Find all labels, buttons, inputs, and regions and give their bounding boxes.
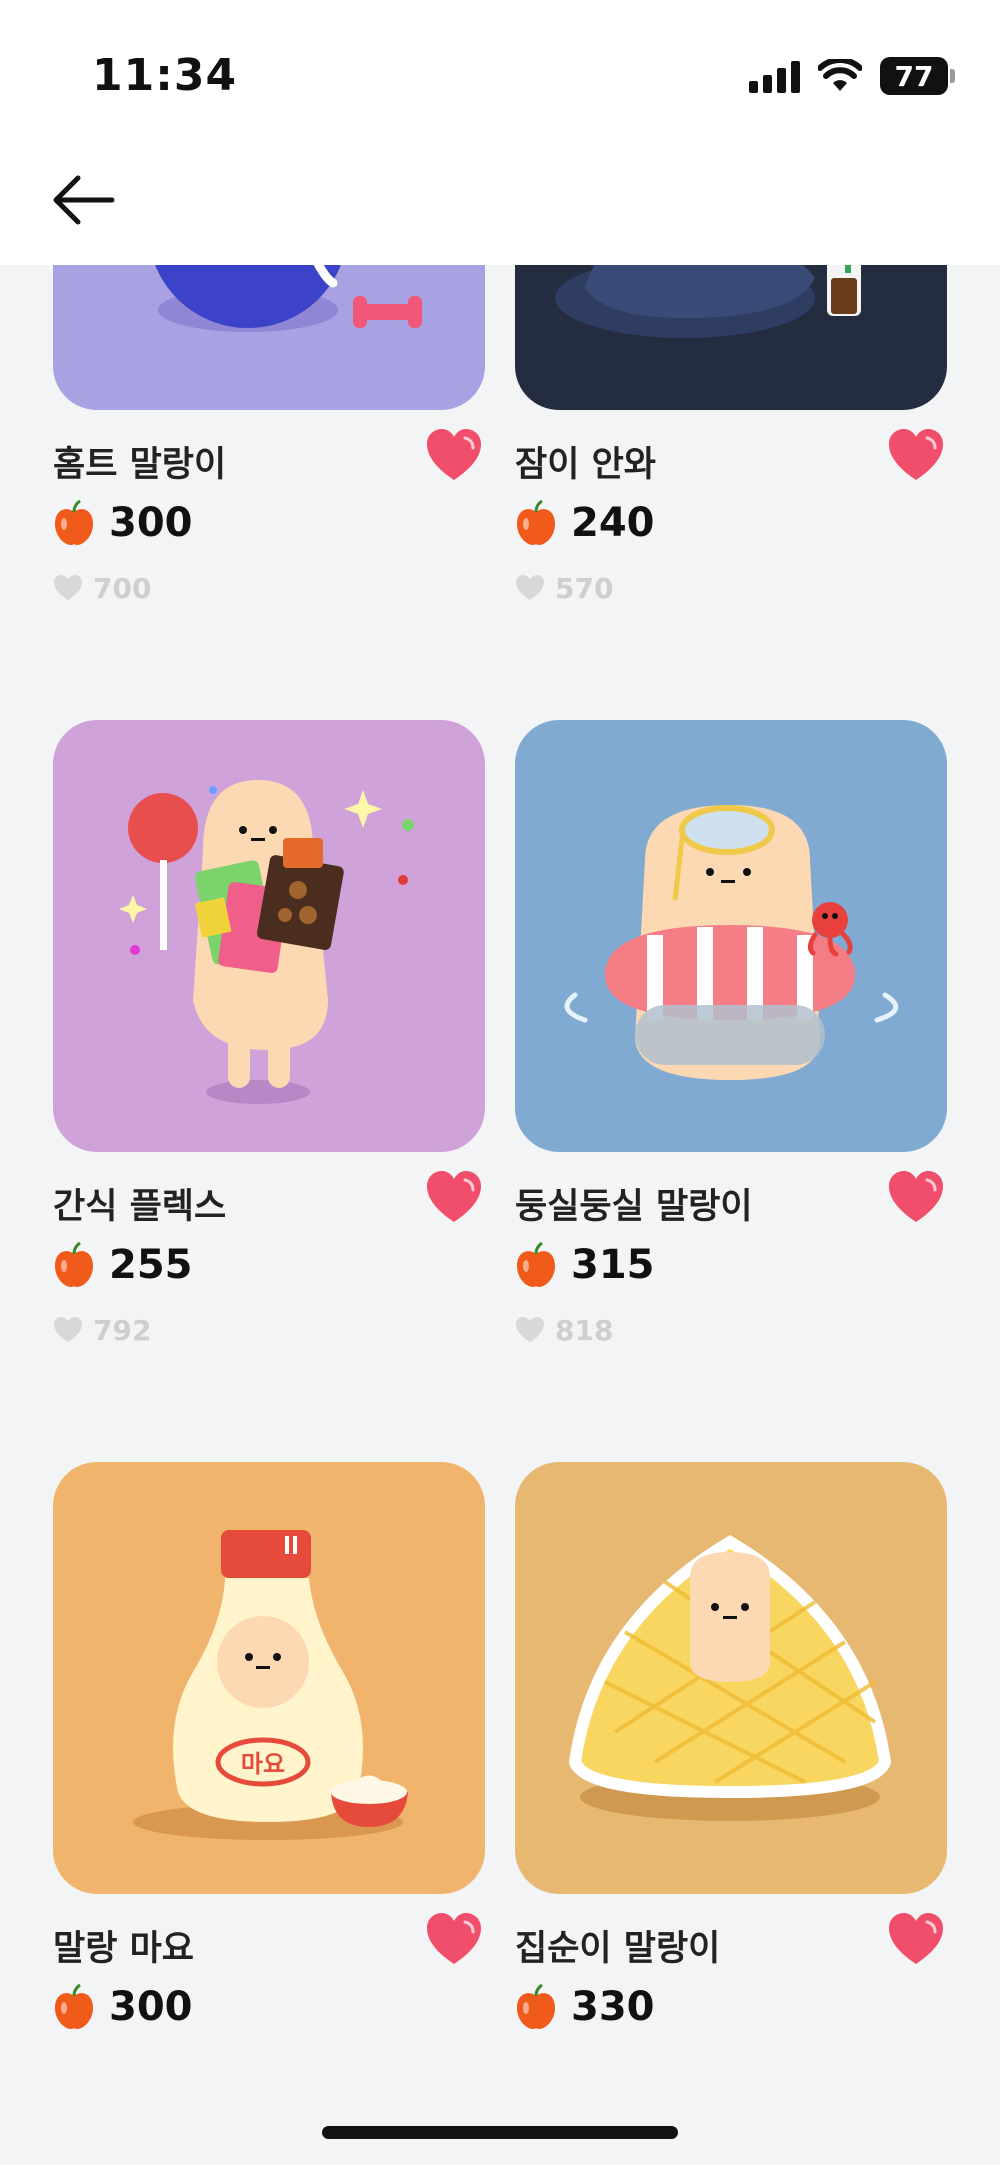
product-card[interactable]: 집순이 말랑이 330 [515, 1462, 947, 2030]
home-indicator[interactable] [322, 2126, 678, 2139]
likes-row: 792 [53, 1310, 151, 1350]
product-thumbnail [515, 1462, 947, 1894]
name-row: 말랑 마요 [53, 1912, 485, 1972]
product-thumbnail [53, 720, 485, 1152]
name-row: 홈트 말랑이 [53, 428, 485, 488]
favorite-button[interactable] [425, 1912, 483, 1966]
battery-icon: 77 [880, 57, 955, 95]
product-name: 잠이 안와 [515, 445, 656, 485]
product-name: 말랑 마요 [53, 1929, 194, 1969]
favorite-button[interactable] [887, 1170, 945, 1224]
name-row: 집순이 말랑이 [515, 1912, 947, 1972]
product-card[interactable]: 간식 플렉스 255 792 [53, 720, 485, 1347]
apple-icon [55, 1984, 93, 2029]
heart-icon [427, 429, 481, 480]
product-name: 홈트 말랑이 [53, 445, 227, 485]
apple-icon [55, 500, 93, 545]
product-price: 300 [109, 500, 193, 546]
status-time: 11:34 [92, 50, 238, 101]
mayo-bottle-label: 마요 [241, 1750, 285, 1778]
battery-level: 77 [894, 59, 934, 93]
product-likes: 818 [555, 1313, 614, 1347]
signal-icon [749, 59, 800, 93]
likes-row: 818 [515, 1310, 613, 1350]
favorite-button[interactable] [425, 1170, 483, 1224]
product-thumbnail [515, 720, 947, 1152]
price-row: 315 [515, 1235, 655, 1295]
heart-icon [889, 429, 943, 480]
heart-icon [889, 1913, 943, 1964]
product-likes: 792 [93, 1313, 152, 1347]
apple-icon [517, 500, 555, 545]
price-row: 300 [53, 1977, 193, 2037]
product-thumbnail: 마요 [53, 1462, 485, 1894]
price-row: 300 [53, 493, 193, 553]
heart-icon [427, 1171, 481, 1222]
product-likes: 570 [555, 571, 614, 605]
name-row: 둥실둥실 말랑이 [515, 1170, 947, 1230]
arrow-left-icon [53, 175, 115, 225]
heart-icon [427, 1913, 481, 1964]
wifi-icon [818, 59, 862, 91]
heart-outline-icon [54, 1317, 82, 1342]
top-bar: 11:34 77 [0, 0, 1000, 265]
price-row: 255 [53, 1235, 193, 1295]
price-row: 330 [515, 1977, 655, 2037]
price-row: 240 [515, 493, 655, 553]
product-name: 집순이 말랑이 [515, 1929, 721, 1969]
product-name: 간식 플렉스 [53, 1187, 227, 1227]
product-price: 300 [109, 1984, 193, 2030]
product-price: 315 [571, 1242, 655, 1288]
favorite-button[interactable] [887, 1912, 945, 1966]
heart-outline-icon [516, 1317, 544, 1342]
likes-row: 570 [515, 568, 613, 608]
favorite-button[interactable] [887, 428, 945, 482]
heart-icon [889, 1171, 943, 1222]
apple-icon [517, 1242, 555, 1287]
favorite-button[interactable] [425, 428, 483, 482]
product-price: 255 [109, 1242, 193, 1288]
product-card[interactable]: 마요 말랑 마요 300 [53, 1462, 485, 2030]
heart-outline-icon [54, 575, 82, 600]
product-likes: 700 [93, 571, 152, 605]
product-price: 330 [571, 1984, 655, 2030]
apple-icon [517, 1984, 555, 2029]
likes-row: 700 [53, 568, 151, 608]
status-icons: 77 [749, 56, 955, 96]
product-name: 둥실둥실 말랑이 [515, 1187, 753, 1227]
back-button[interactable] [48, 170, 120, 230]
name-row: 간식 플렉스 [53, 1170, 485, 1230]
apple-icon [55, 1242, 93, 1287]
product-card[interactable]: 둥실둥실 말랑이 315 818 [515, 720, 947, 1347]
heart-outline-icon [516, 575, 544, 600]
name-row: 잠이 안와 [515, 428, 947, 488]
product-price: 240 [571, 500, 655, 546]
